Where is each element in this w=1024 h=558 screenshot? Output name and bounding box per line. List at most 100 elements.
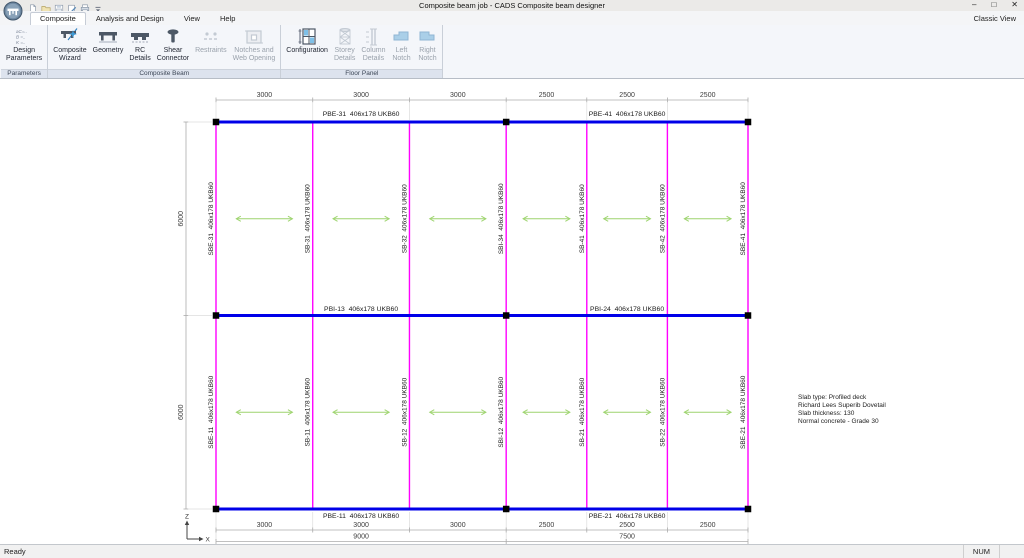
svg-text:B =..: B =..	[16, 35, 26, 40]
restraints-label: Restraints	[195, 47, 227, 54]
geometry-button[interactable]: Geometry	[90, 26, 127, 55]
dimension-label: 2500	[619, 92, 635, 99]
tab-analysis-and-design[interactable]: Analysis and Design	[86, 12, 174, 25]
tab-composite[interactable]: Composite	[30, 12, 86, 25]
storey-details-icon	[335, 27, 355, 47]
restraints-button: Restraints	[192, 26, 230, 55]
minimize-button[interactable]: –	[972, 0, 976, 11]
dimension-label: 2500	[619, 522, 635, 529]
dimension-label: 2500	[539, 92, 555, 99]
save-icon	[54, 1, 64, 13]
rc-details-label: RC Details	[129, 47, 151, 62]
title-bar: Composite beam job - CADS Composite beam…	[0, 0, 1024, 13]
beam-label-SBE-31: SBE-31 406x178 UKB60	[208, 182, 215, 256]
design-parameters-icon: aC=.. B =.. K =..	[14, 27, 34, 47]
composite-beam-group: Composite Wizard Geometry RC Details Shear Con…	[48, 25, 282, 78]
edit-icon	[67, 1, 77, 13]
parameters-group: aC=.. B =.. K =.. Design Parameters Parameter…	[1, 25, 49, 78]
open-folder-button[interactable]	[41, 1, 51, 13]
beam-node	[744, 118, 752, 126]
beam-label-SB-21: SB-21 406x178 UKB60	[579, 377, 586, 446]
shear-connector-label: Shear Connector	[156, 47, 190, 62]
num-lock-indicator: NUM	[962, 545, 1000, 558]
classic-view-toggle[interactable]: Classic View	[974, 12, 1024, 25]
dimension-label: 3000	[450, 92, 466, 99]
dimension-label: 3000	[257, 522, 273, 529]
right-notch-label: Right Notch	[418, 47, 437, 62]
configuration-icon	[297, 27, 317, 47]
beam-node	[502, 118, 510, 126]
notches-web-opening-icon	[244, 27, 264, 47]
print-icon	[80, 1, 90, 13]
svg-text:K =..: K =..	[16, 40, 26, 45]
tab-view[interactable]: View	[174, 12, 210, 25]
tab-help[interactable]: Help	[210, 12, 245, 25]
dimension-label: 3000	[257, 92, 273, 99]
dimension-label: 3000	[450, 522, 466, 529]
beam-label-SB-11: SB-11 406x178 UKB60	[305, 378, 312, 447]
slab-note-line: Slab thickness: 130	[798, 410, 855, 417]
beam-label-SBE-11: SBE-11 406x178 UKB60	[208, 375, 215, 448]
notches-web-opening-label: Notches and Web Opening	[232, 47, 276, 62]
beam-label-SB-12: SB-12 406x178 UKB60	[401, 377, 408, 446]
beam-node	[502, 505, 510, 513]
app-logo-icon	[3, 1, 23, 21]
open-folder-icon	[41, 1, 51, 13]
column-details-button: Column Details	[358, 26, 388, 62]
new-document-button[interactable]	[28, 1, 38, 13]
right-notch-button: Right Notch	[414, 26, 440, 62]
beam-node	[212, 312, 220, 319]
design-parameters-label: Design Parameters	[6, 47, 43, 62]
axis-x-label: X	[206, 537, 211, 544]
beam-label-SBI-34: SBI-34 406x178 UKB60	[498, 183, 505, 254]
beam-node	[212, 118, 220, 126]
beam-node	[744, 312, 752, 319]
customize-quick-access-button[interactable]	[93, 1, 103, 11]
plan-drawing: 3000 3000 3000 2500 2500 2500 6000 6000 3000 3000…	[178, 92, 886, 544]
shear-connector-button[interactable]: Shear Connector	[154, 26, 192, 62]
beam-label-SB-41: SB-41 406x178 UKB60	[579, 184, 586, 253]
column-details-icon	[363, 27, 383, 47]
dimension-label: 2500	[700, 522, 716, 529]
close-button[interactable]: ✕	[1011, 0, 1018, 11]
beam-label-PBE-21: PBE-21 406x178 UKB60	[589, 513, 666, 520]
restraints-icon	[201, 27, 221, 47]
beam-label-PBE-11: PBE-11 406x178 UKB60	[323, 513, 399, 520]
drawing-canvas[interactable]: 3000 3000 3000 2500 2500 2500 6000 6000 3000 3000…	[0, 79, 1024, 544]
configuration-label: Configuration	[286, 47, 328, 54]
storey-details-button: Storey Details	[331, 26, 358, 62]
storey-details-label: Storey Details	[333, 47, 356, 62]
beam-label-SB-32: SB-32 406x178 UKB60	[401, 184, 408, 253]
slab-note-line: Normal concrete - Grade 30	[798, 418, 879, 425]
configuration-button[interactable]: Configuration	[283, 26, 331, 55]
print-button[interactable]	[80, 1, 90, 13]
save-button[interactable]	[54, 1, 64, 13]
edit-button[interactable]	[67, 1, 77, 13]
beam-label-SB-22: SB-22 406x178 UKB60	[659, 377, 666, 446]
shear-connector-icon	[163, 27, 183, 47]
dimension-label: 7500	[619, 534, 635, 541]
beam-label-SBI-12: SBI-12 406x178 UKB60	[498, 376, 505, 447]
application-menu-button[interactable]	[3, 1, 23, 21]
beam-label-PBE-31: PBE-31 406x178 UKB60	[323, 111, 400, 118]
window-title: Composite beam job - CADS Composite beam…	[419, 1, 605, 10]
right-notch-icon	[417, 27, 437, 47]
dimension-label: 2500	[539, 522, 555, 529]
beam-label-PBI-13: PBI-13 406x178 UKB60	[324, 306, 398, 313]
maximize-button[interactable]: □	[991, 0, 996, 11]
composite-wizard-button[interactable]: Composite Wizard	[50, 26, 89, 62]
app-window: Composite beam job - CADS Composite beam…	[0, 0, 1024, 558]
composite-wizard-icon	[60, 27, 80, 47]
dimension-label: 2500	[700, 92, 716, 99]
status-bar: Ready NUM	[0, 544, 1024, 558]
rc-details-button[interactable]: RC Details	[126, 26, 153, 62]
beam-node	[744, 505, 752, 513]
rc-details-icon	[130, 27, 150, 47]
ribbon: aC=.. B =.. K =.. Design Parameters Parameter…	[0, 25, 1024, 79]
axis-z-label: Z	[185, 514, 189, 521]
notches-web-opening-button: Notches and Web Opening	[230, 26, 279, 62]
floor-panel-group-caption: Floor Panel	[281, 69, 443, 78]
design-parameters-button[interactable]: aC=.. B =.. K =.. Design Parameters	[3, 26, 45, 62]
beam-label-SBE-41: SBE-41 406x178 UKB60	[740, 182, 747, 256]
left-notch-label: Left Notch	[392, 47, 411, 62]
